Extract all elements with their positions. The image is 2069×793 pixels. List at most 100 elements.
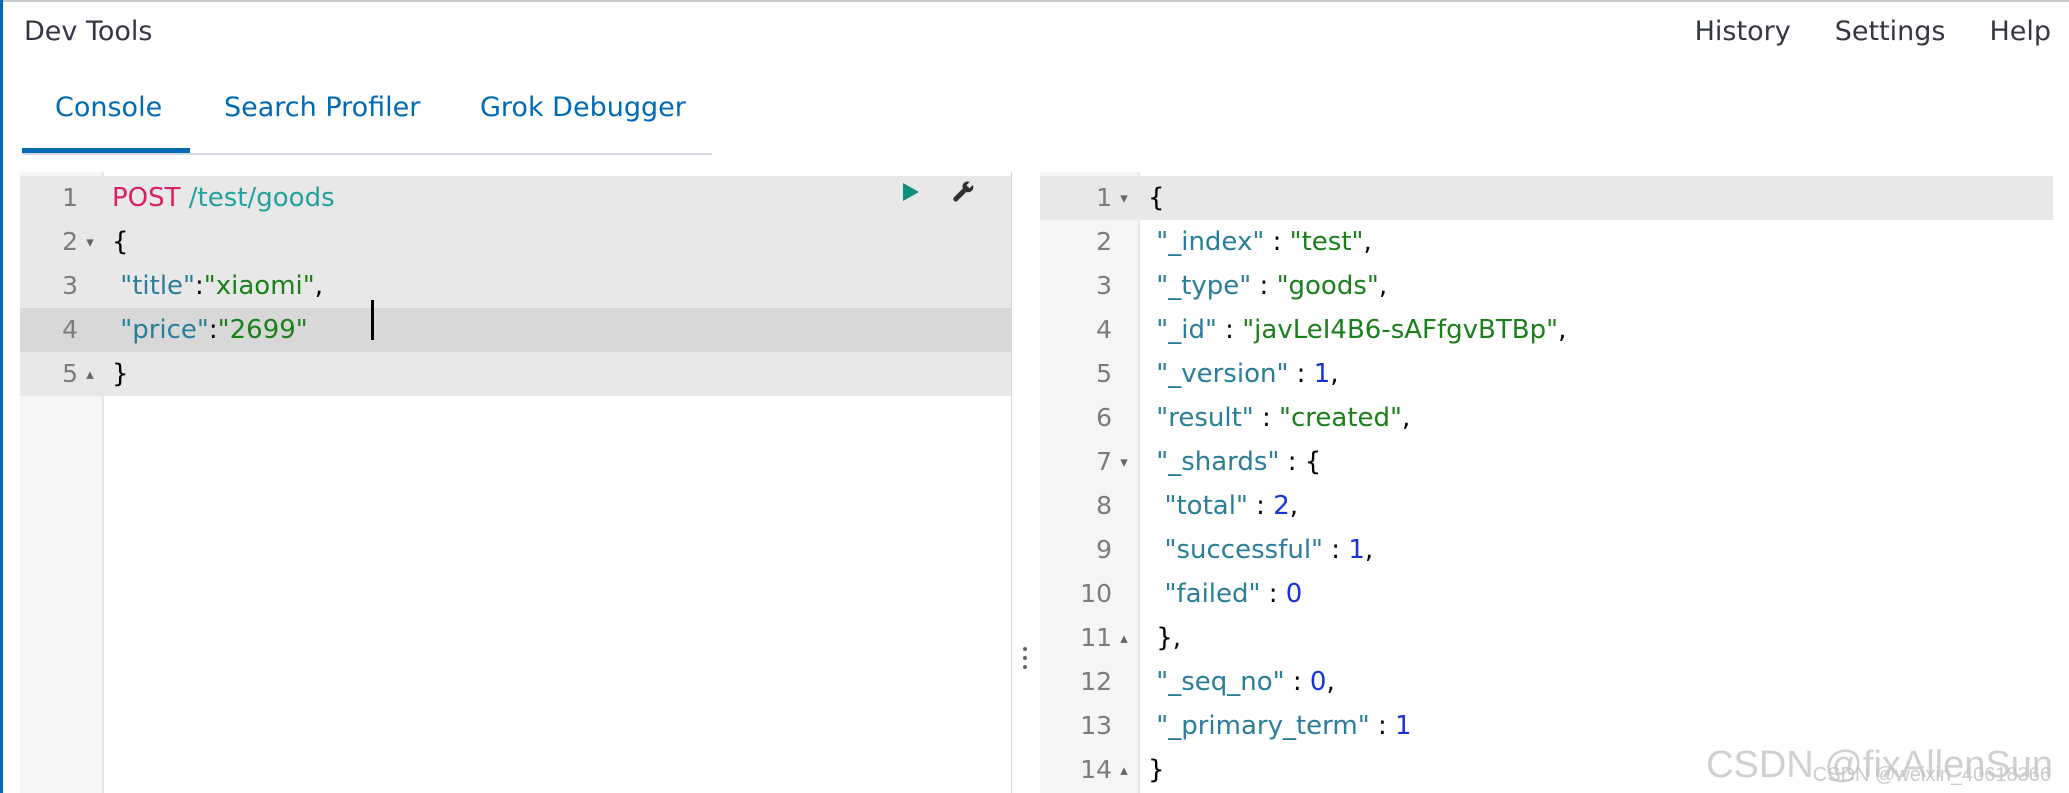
code-token: 0 — [1309, 667, 1327, 697]
code-token: { — [112, 227, 129, 257]
code-token: "2699" — [217, 315, 308, 345]
code-text: "total" : 2, — [1148, 484, 1298, 528]
line-number: 8 — [1096, 491, 1112, 520]
active-tab-indicator — [22, 148, 190, 153]
line-number: 5 — [62, 359, 78, 388]
line-number: 1 — [62, 183, 78, 212]
wrench-icon — [948, 178, 976, 213]
response-line: 5 "_version" : 1, — [1040, 352, 2053, 396]
code-text: "_primary_term" : 1 — [1148, 704, 1411, 748]
help-link[interactable]: Help — [1989, 16, 2051, 47]
code-token: , — [1289, 491, 1299, 521]
pane-divider — [1011, 172, 1012, 793]
code-token: } — [112, 359, 129, 389]
response-line: 11 ▴ }, — [1040, 616, 2053, 660]
code-token: "total" — [1164, 491, 1248, 521]
code-text: "_id" : "javLeI4B6-sAFfgvBTBp", — [1148, 308, 1566, 352]
text-cursor — [371, 300, 374, 340]
fold-toggle-icon[interactable]: ▴ — [1116, 748, 1132, 792]
request-line: 4 "price":"2699" — [20, 308, 1011, 352]
code-text: "title":"xiaomi", — [112, 264, 323, 308]
request-settings-button[interactable] — [947, 180, 977, 210]
page-title: Dev Tools — [24, 16, 153, 47]
response-line: 13 "_primary_term" : 1 — [1040, 704, 2053, 748]
fold-toggle-icon[interactable]: ▾ — [1116, 176, 1132, 220]
response-line: 4 "_id" : "javLeI4B6-sAFfgvBTBp", — [1040, 308, 2053, 352]
code-token: "test" — [1289, 227, 1364, 257]
response-line: 9 "successful" : 1, — [1040, 528, 2053, 572]
code-token: : — [1253, 403, 1280, 433]
code-token: "failed" — [1164, 579, 1261, 609]
code-token: : — [195, 271, 204, 301]
code-token: , — [1330, 359, 1339, 389]
code-token: "_seq_no" — [1156, 667, 1285, 697]
code-text: POST /test/goods — [112, 176, 335, 220]
tab-search-profiler[interactable]: Search Profiler — [224, 92, 420, 123]
code-text: } — [1148, 748, 1165, 792]
code-token: : — [1288, 359, 1314, 389]
code-token: "price" — [120, 315, 209, 345]
line-number: 3 — [1096, 271, 1112, 300]
code-text: "result" : "created", — [1148, 396, 1410, 440]
fold-toggle-icon[interactable]: ▴ — [1116, 616, 1132, 660]
run-request-button[interactable] — [895, 180, 925, 210]
fold-toggle-icon[interactable]: ▾ — [82, 220, 98, 264]
code-token: : — [1323, 535, 1349, 565]
line-number: 4 — [62, 315, 78, 344]
request-line: 5 ▴} — [20, 352, 1011, 396]
code-token: { — [1148, 183, 1165, 213]
settings-link[interactable]: Settings — [1835, 16, 1946, 47]
line-number: 3 — [62, 271, 78, 300]
code-token: "_primary_term" — [1156, 711, 1370, 741]
code-token: } — [1148, 755, 1165, 785]
response-viewer[interactable]: 1 ▾ {2 "_index" : "test", 3 "_type" : "good… — [1040, 172, 2053, 793]
code-text: "_version" : 1, — [1148, 352, 1339, 396]
play-icon — [898, 180, 922, 211]
response-line: 12 "_seq_no" : 0, — [1040, 660, 2053, 704]
code-token: : — [1264, 227, 1290, 257]
tab-grok-debugger[interactable]: Grok Debugger — [480, 92, 686, 123]
code-token: "_index" — [1156, 227, 1265, 257]
tab-console[interactable]: Console — [55, 92, 162, 123]
code-token: POST — [112, 183, 181, 213]
dev-tools-app: Dev Tools History Settings Help Console … — [0, 0, 2069, 793]
line-number: 10 — [1080, 579, 1112, 608]
history-link[interactable]: History — [1695, 16, 1791, 47]
code-token: 1 — [1348, 535, 1365, 565]
code-text: } — [112, 352, 129, 396]
response-line: 8 "total" : 2, — [1040, 484, 2053, 528]
fold-toggle-icon[interactable]: ▾ — [1116, 440, 1132, 484]
line-number: 7 — [1096, 447, 1112, 476]
code-text: "_type" : "goods", — [1148, 264, 1387, 308]
fold-toggle-icon[interactable]: ▴ — [82, 352, 98, 396]
request-line: 1 POST /test/goods — [20, 176, 1011, 220]
code-token: "successful" — [1164, 535, 1324, 565]
code-token: : — [208, 315, 218, 345]
top-navigation: History Settings Help — [1695, 16, 2051, 47]
code-text: "price":"2699" — [112, 308, 308, 352]
pane-resizer[interactable] — [1018, 640, 1032, 680]
line-number: 2 — [1096, 227, 1112, 256]
code-token: /test/goods — [188, 183, 335, 213]
request-toolbar — [895, 180, 977, 210]
code-token: , — [1363, 227, 1372, 257]
request-editor[interactable]: 1 POST /test/goods 2 ▾{3 "title":"xiaomi", 4… — [20, 172, 1011, 793]
code-token: : { — [1279, 447, 1322, 477]
code-token: 1 — [1313, 359, 1331, 389]
request-line: 3 "title":"xiaomi", — [20, 264, 1011, 308]
line-number: 12 — [1080, 667, 1112, 696]
line-number: 4 — [1096, 315, 1112, 344]
code-token: : — [1369, 711, 1395, 741]
